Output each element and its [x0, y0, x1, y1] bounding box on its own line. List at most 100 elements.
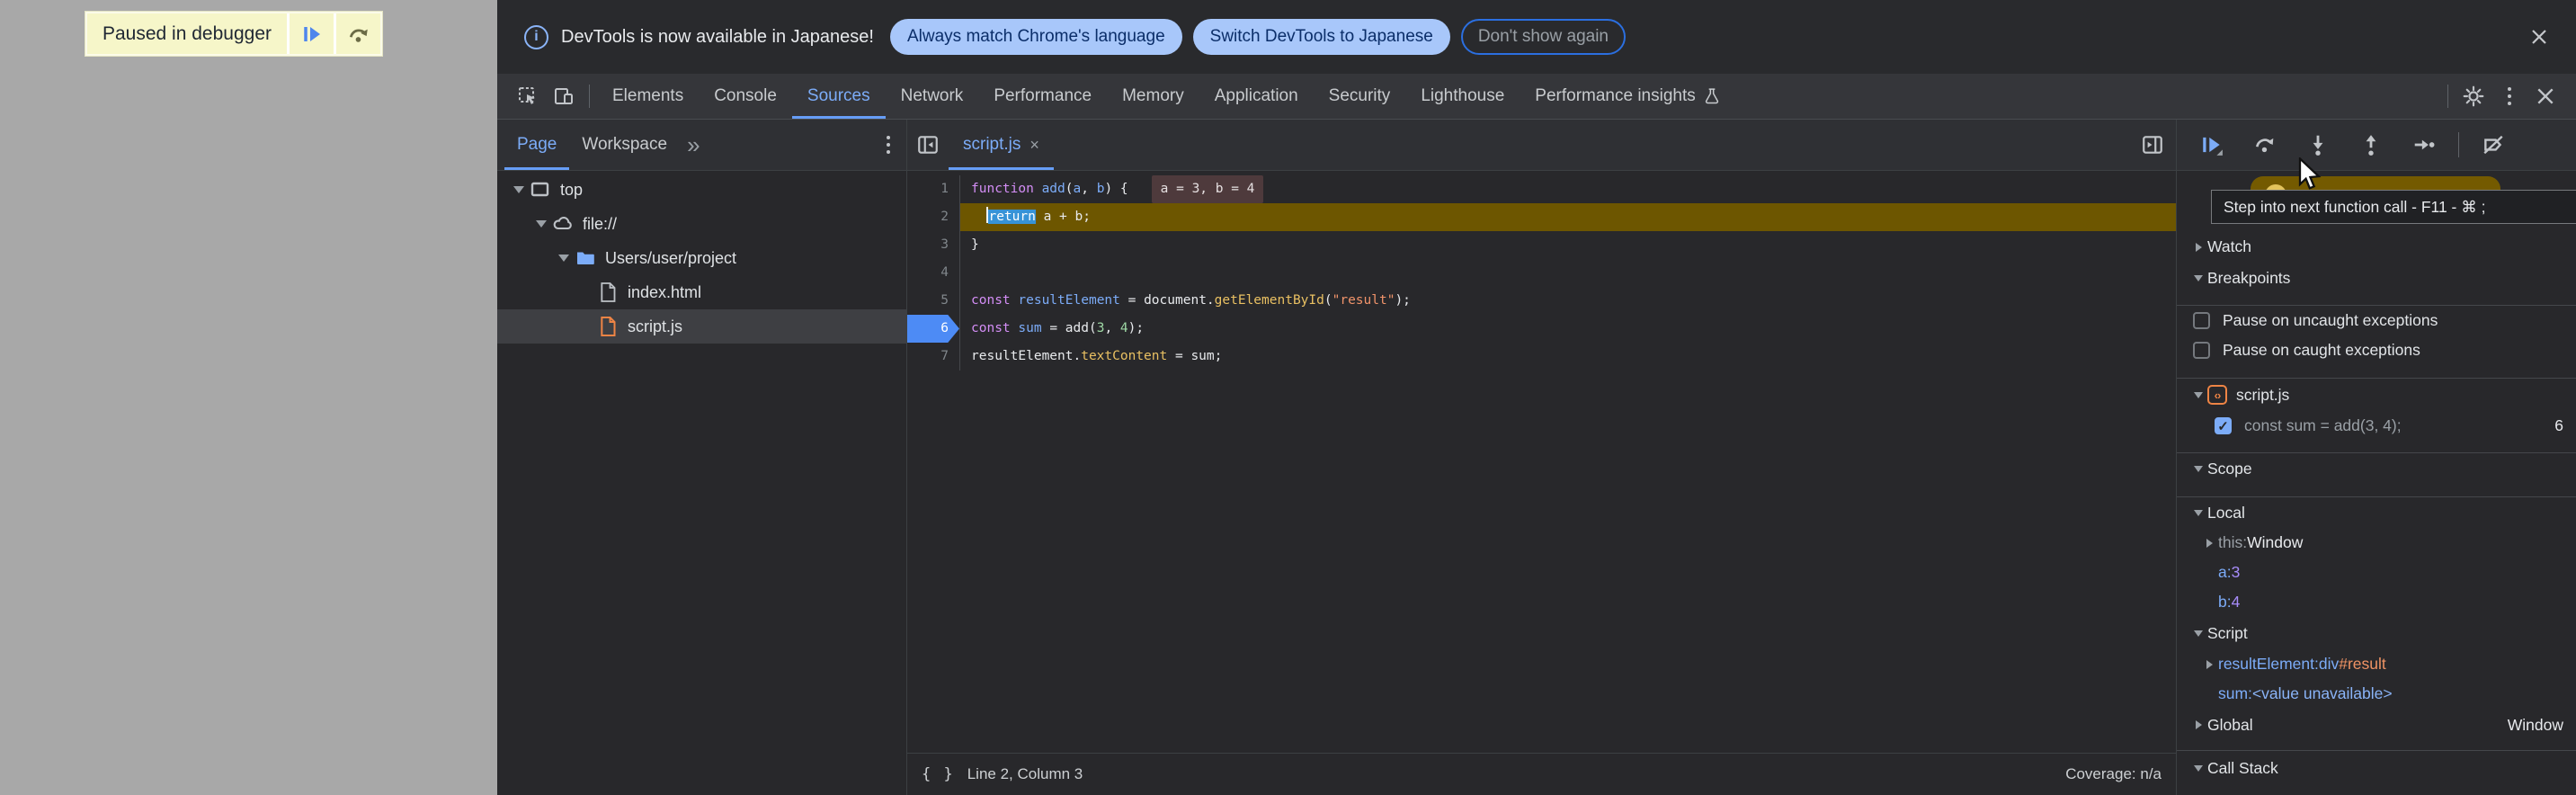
code-line-text[interactable]: resultElement.textContent = sum;: [959, 343, 2176, 371]
dont-show-again-button[interactable]: Don't show again: [1461, 19, 1626, 55]
code-line-text[interactable]: function add(a, b) {a = 3, b = 4: [959, 175, 2176, 203]
section-scope[interactable]: Scope: [2177, 453, 2576, 485]
expand-arrow-icon[interactable]: [2189, 275, 2207, 281]
breakpoint-marker[interactable]: 6: [907, 315, 959, 343]
tab-memory[interactable]: Memory: [1107, 74, 1199, 119]
tab-label: Security: [1329, 86, 1391, 106]
editor-tab-script-js[interactable]: script.js ×: [949, 120, 1054, 170]
section-call-stack[interactable]: Call Stack: [2177, 751, 2576, 785]
breakpoint-group-script-js[interactable]: ‹›script.js: [2177, 379, 2576, 411]
section-local[interactable]: Local: [2177, 497, 2576, 528]
expand-arrow-icon[interactable]: [2200, 660, 2218, 669]
scope-var-b[interactable]: b: 4: [2177, 587, 2576, 617]
expand-arrow-icon[interactable]: [2189, 510, 2207, 516]
line-number[interactable]: 2: [907, 203, 959, 231]
file-tree: topfile://Users/user/projectindex.htmlsc…: [497, 171, 906, 344]
section-script[interactable]: Script: [2177, 617, 2576, 649]
breakpoint-entry[interactable]: ✓const sum = add(3, 4);6: [2177, 411, 2576, 441]
expand-arrow-icon[interactable]: [553, 255, 575, 262]
tab-page[interactable]: Page: [504, 120, 569, 170]
tree-item-index-html[interactable]: index.html: [497, 275, 906, 309]
notification-close-button[interactable]: [2526, 23, 2553, 50]
toggle-debugger-sidebar-icon[interactable]: [2129, 120, 2176, 170]
scope-var-this[interactable]: this: Window: [2177, 528, 2576, 558]
expand-arrow-icon[interactable]: [530, 220, 552, 228]
expand-arrow-icon[interactable]: [2189, 720, 2207, 729]
toggle-navigator-icon[interactable]: [907, 120, 949, 170]
scope-value: 3: [2232, 563, 2241, 582]
line-number[interactable]: 7: [907, 343, 959, 371]
section-global[interactable]: Global Window: [2177, 709, 2576, 741]
tab-application[interactable]: Application: [1199, 74, 1314, 119]
step-into-button[interactable]: [2306, 133, 2330, 156]
deactivate-breakpoints-button[interactable]: [2482, 133, 2505, 156]
device-toolbar-icon[interactable]: [546, 74, 582, 119]
scope-var-a[interactable]: a: 3: [2177, 558, 2576, 587]
tab-security[interactable]: Security: [1314, 74, 1406, 119]
navigator-pane: Page Workspace » topfile://Users/user/pr…: [497, 120, 907, 795]
code-line-text[interactable]: [959, 259, 2176, 287]
section-label: Global: [2207, 716, 2253, 735]
tab-network[interactable]: Network: [886, 74, 979, 119]
line-number[interactable]: 4: [907, 259, 959, 287]
expand-arrow-icon[interactable]: [2189, 243, 2207, 252]
tree-item-script-js[interactable]: script.js: [497, 309, 906, 344]
tab-label: Lighthouse: [1421, 86, 1504, 106]
section-breakpoints[interactable]: Breakpoints: [2177, 263, 2576, 294]
code-token: ,: [1081, 182, 1096, 196]
checkbox[interactable]: [2193, 312, 2210, 329]
expand-arrow-icon[interactable]: [508, 186, 530, 193]
resume-button[interactable]: [2200, 133, 2224, 156]
more-options-icon[interactable]: [2491, 74, 2527, 119]
tab-sources[interactable]: Sources: [792, 74, 886, 119]
resume-script-button[interactable]: [287, 13, 334, 54]
scope-value: #result: [2339, 655, 2386, 674]
code-token: (: [1324, 293, 1333, 308]
step-over-button[interactable]: [334, 13, 380, 54]
tab-console[interactable]: Console: [699, 74, 792, 119]
expand-arrow-icon[interactable]: [2189, 466, 2207, 472]
line-number[interactable]: 3: [907, 231, 959, 259]
expand-arrow-icon[interactable]: [2189, 630, 2207, 637]
more-tabs-chevrons[interactable]: »: [680, 120, 707, 170]
tab-performance-insights[interactable]: Performance insights: [1520, 74, 1735, 119]
tree-item-users-user-project[interactable]: Users/user/project: [497, 241, 906, 275]
tree-item-top[interactable]: top: [497, 173, 906, 207]
navigator-more-options-icon[interactable]: [870, 120, 906, 170]
checkbox-pause-on-caught-exceptions[interactable]: Pause on caught exceptions: [2177, 335, 2576, 365]
pretty-print-icon[interactable]: { }: [922, 765, 955, 783]
section-watch[interactable]: Watch: [2177, 231, 2576, 263]
step-out-button[interactable]: [2359, 133, 2383, 156]
expand-arrow-icon[interactable]: [2189, 392, 2207, 398]
inspect-element-icon[interactable]: [510, 74, 546, 119]
code-line-text[interactable]: }: [959, 231, 2176, 259]
code-line-text[interactable]: const resultElement = document.getElemen…: [959, 287, 2176, 315]
breakpoint-checkbox[interactable]: ✓: [2215, 417, 2232, 434]
always-match-language-button[interactable]: Always match Chrome's language: [890, 19, 1182, 55]
tab-performance[interactable]: Performance: [978, 74, 1107, 119]
tab-lighthouse[interactable]: Lighthouse: [1405, 74, 1520, 119]
tab-elements[interactable]: Elements: [597, 74, 699, 119]
code-token: [971, 210, 986, 224]
tab-workspace[interactable]: Workspace: [569, 120, 680, 170]
cursor-position: Line 2, Column 3: [967, 765, 1083, 783]
scope-value: Window: [2508, 716, 2563, 735]
scope-var-resultelement[interactable]: resultElement: div#result: [2177, 649, 2576, 679]
code-line-text[interactable]: const sum = add(3, 4);: [959, 315, 2176, 343]
switch-to-japanese-button[interactable]: Switch DevTools to Japanese: [1193, 19, 1450, 55]
close-tab-icon[interactable]: ×: [1030, 136, 1039, 155]
tree-item-file[interactable]: file://: [497, 207, 906, 241]
checkbox[interactable]: [2193, 342, 2210, 359]
line-number[interactable]: 5: [907, 287, 959, 315]
checkbox-pause-on-uncaught-exceptions[interactable]: Pause on uncaught exceptions: [2177, 306, 2576, 335]
line-number[interactable]: 1: [907, 175, 959, 203]
close-devtools-icon[interactable]: [2527, 74, 2563, 119]
expand-arrow-icon[interactable]: [2200, 539, 2218, 548]
code-line-text[interactable]: return a + b;: [959, 203, 2176, 231]
expand-arrow-icon[interactable]: [2189, 765, 2207, 772]
scope-var-sum[interactable]: sum: <value unavailable>: [2177, 679, 2576, 709]
step-over-button[interactable]: [2253, 133, 2277, 156]
step-button[interactable]: [2412, 133, 2436, 156]
code-editor[interactable]: 1function add(a, b) {a = 3, b = 42 retur…: [907, 171, 2176, 753]
settings-gear-icon[interactable]: [2456, 74, 2491, 119]
